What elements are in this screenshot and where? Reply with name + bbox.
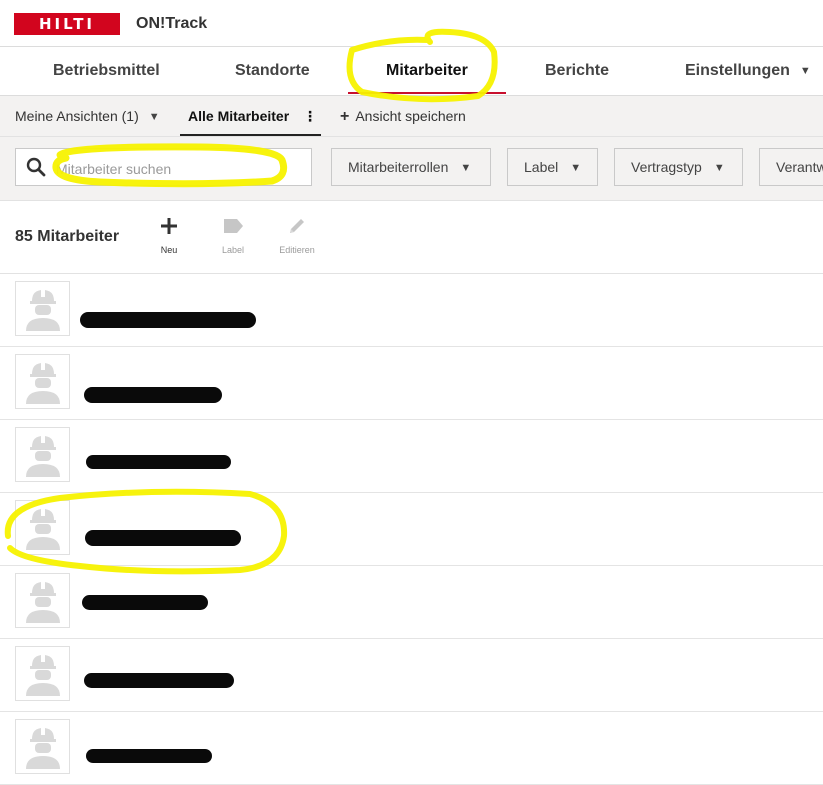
new-button[interactable]: Neu [139, 213, 199, 255]
edit-button-label: Editieren [279, 245, 315, 255]
avatar [15, 500, 70, 555]
tab-einstellungen-label: Einstellungen [685, 62, 790, 80]
tab-mitarbeiter[interactable]: Mitarbeiter [386, 47, 468, 95]
main-nav: Betriebsmittel Standorte Mitarbeiter Ber… [0, 47, 823, 96]
my-views-dropdown[interactable]: Meine Ansichten (1) ▼ [15, 96, 160, 136]
tab-betriebsmittel[interactable]: Betriebsmittel [53, 47, 160, 95]
avatar [15, 427, 70, 482]
caret-down-icon: ▼ [148, 111, 160, 124]
employee-name-redacted [84, 387, 222, 403]
active-view-indicator [180, 134, 321, 136]
employee-name-redacted [86, 455, 231, 469]
all-employees-view[interactable]: Alle Mitarbeiter ⋮ [188, 96, 317, 136]
hilti-logo[interactable]: HILTI [14, 13, 120, 35]
active-tab-indicator [348, 92, 506, 94]
worker-helmet-icon [26, 508, 60, 550]
tab-einstellungen[interactable]: Einstellungen ▼ [685, 47, 811, 95]
filter-responsible-label: Verantw [776, 159, 823, 175]
edit-button[interactable]: Editieren [267, 213, 327, 255]
employee-count: 85 Mitarbeiter [15, 228, 120, 245]
views-bar: Meine Ansichten (1) ▼ Alle Mitarbeiter ⋮ … [0, 96, 823, 137]
employee-name-redacted [82, 595, 208, 610]
list-toolbar: 85 Mitarbeiter Neu Label Editieren [0, 201, 823, 274]
employee-name-redacted [80, 312, 256, 328]
employee-name-redacted [86, 749, 212, 763]
filter-roles-label: Mitarbeiterrollen [348, 159, 449, 175]
plus-icon: + [340, 108, 350, 125]
list-item[interactable] [0, 639, 823, 712]
filter-responsible-button[interactable]: Verantw [759, 148, 823, 186]
caret-down-icon: ▼ [799, 65, 811, 77]
tab-standorte[interactable]: Standorte [235, 47, 310, 95]
caret-down-icon: ▼ [570, 162, 582, 175]
avatar [15, 354, 70, 409]
app-header: HILTI ON!Track [0, 0, 823, 47]
avatar [15, 646, 70, 701]
worker-helmet-icon [26, 289, 60, 331]
list-item[interactable] [0, 566, 823, 639]
list-item[interactable] [0, 712, 823, 785]
worker-helmet-icon [26, 362, 60, 404]
filter-label-button[interactable]: Label ▼ [507, 148, 598, 186]
save-view-button[interactable]: + Ansicht speichern [340, 96, 466, 136]
worker-helmet-icon [26, 435, 60, 477]
caret-down-icon: ▼ [713, 162, 725, 175]
employee-name-redacted [84, 673, 234, 688]
worker-helmet-icon [26, 581, 60, 623]
worker-helmet-icon [26, 727, 60, 769]
caret-down-icon: ▼ [460, 162, 472, 175]
avatar [15, 573, 70, 628]
employee-name-redacted [85, 530, 241, 546]
tab-berichte[interactable]: Berichte [545, 47, 609, 95]
avatar [15, 281, 70, 336]
plus-icon [161, 218, 177, 234]
my-views-label: Meine Ansichten (1) [15, 108, 139, 124]
list-item[interactable] [0, 493, 823, 566]
new-button-label: Neu [160, 245, 178, 255]
employee-list [0, 274, 823, 785]
filter-label-label: Label [524, 159, 559, 175]
filter-roles-button[interactable]: Mitarbeiterrollen ▼ [331, 148, 491, 186]
filter-bar: Mitarbeiterrollen ▼ Label ▼ Vertragstyp ▼ V… [0, 137, 823, 201]
label-button-label: Label [221, 245, 245, 255]
list-item[interactable] [0, 420, 823, 493]
tag-icon [224, 219, 243, 233]
search-icon [26, 157, 46, 177]
label-button[interactable]: Label [203, 213, 263, 255]
app-name: ON!Track [136, 15, 208, 32]
list-item[interactable] [0, 274, 823, 347]
all-employees-label: Alle Mitarbeiter [188, 108, 290, 124]
filter-contract-label: Vertragstyp [631, 159, 702, 175]
avatar [15, 719, 70, 774]
search-box[interactable] [15, 148, 312, 186]
more-vertical-icon[interactable]: ⋮ [303, 108, 317, 124]
worker-helmet-icon [26, 654, 60, 696]
search-input[interactable] [54, 157, 308, 181]
filter-contract-button[interactable]: Vertragstyp ▼ [614, 148, 743, 186]
pencil-icon [290, 219, 304, 233]
save-view-label: Ansicht speichern [355, 108, 466, 124]
list-item[interactable] [0, 347, 823, 420]
